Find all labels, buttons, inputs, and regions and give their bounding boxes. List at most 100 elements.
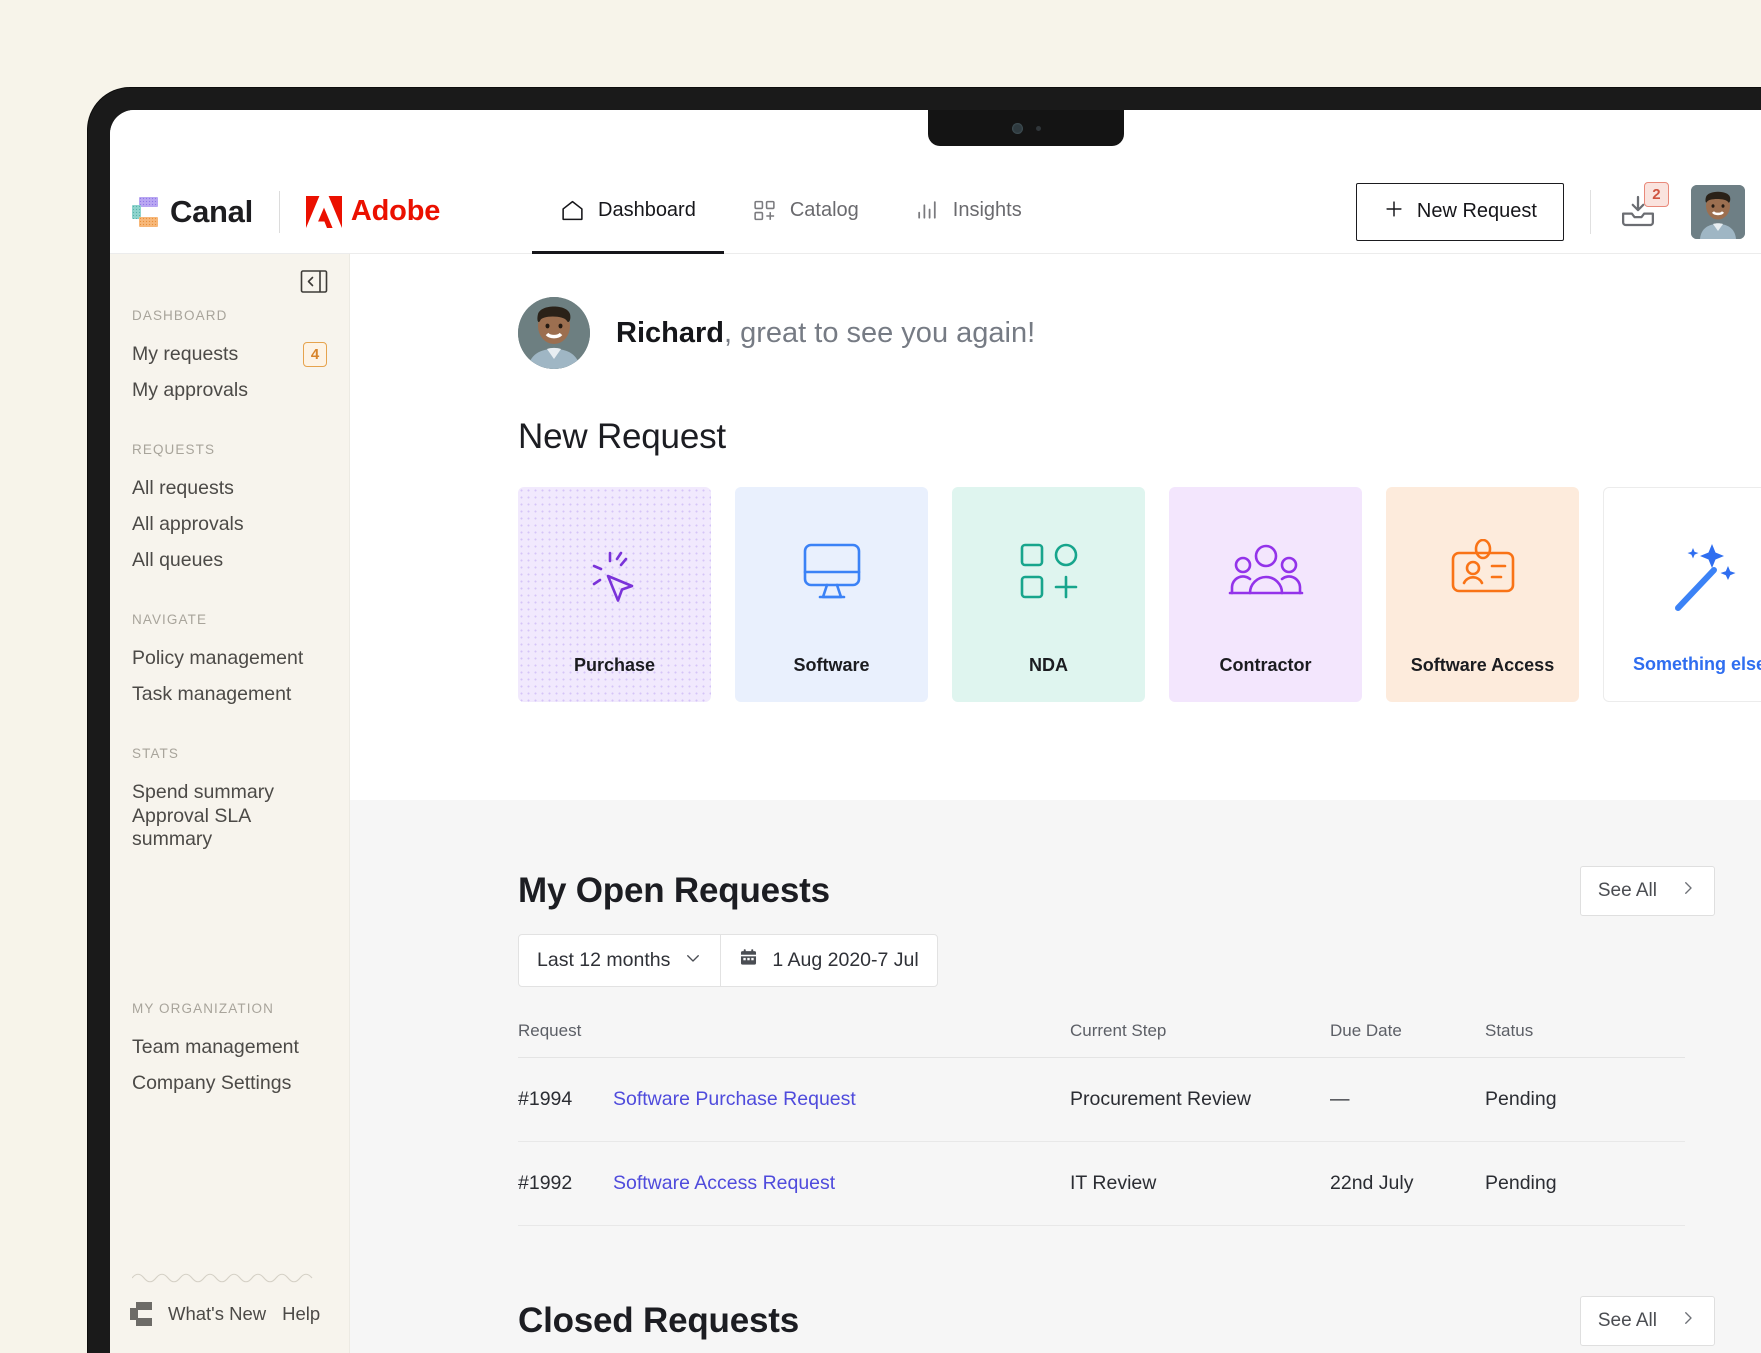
collapse-panel-icon[interactable] [300, 269, 328, 295]
request-due-date: — [1330, 1057, 1485, 1142]
date-range-display[interactable]: 1 Aug 2020-7 Jul [720, 935, 936, 986]
column-header-due-date: Due Date [1330, 1021, 1485, 1058]
sidebar-item-label: My requests [132, 342, 239, 365]
sidebar-item-company-settings[interactable]: Company Settings [110, 1065, 349, 1101]
whats-new-link[interactable]: What's New [168, 1303, 266, 1325]
sidebar-item-label: All requests [132, 476, 234, 499]
sidebar-item-label: Approval SLA summary [132, 805, 251, 850]
see-all-label: See All [1597, 880, 1657, 901]
sidebar-section-navigate: NAVIGATE Policy management Task manageme… [110, 612, 349, 712]
sidebar-heading-my-organization: MY ORGANIZATION [132, 1001, 275, 1016]
home-icon [560, 198, 585, 223]
brand-divider [278, 190, 280, 233]
table-row[interactable]: #1994 Software Purchase Request Procurem… [518, 1057, 1685, 1142]
sidebar-item-my-requests[interactable]: My requests 4 [110, 336, 349, 372]
sidebar-item-all-queues[interactable]: All queues [110, 542, 349, 578]
help-link[interactable]: Help [282, 1303, 320, 1325]
camera-lens-icon [1012, 123, 1023, 134]
avatar [1690, 184, 1745, 239]
app-window: Canal Adobe Dashboard Catalog Insights N… [110, 110, 1761, 1353]
request-current-step: Procurement Review [1070, 1057, 1330, 1142]
sidebar-section-my-organization: MY ORGANIZATION Team management Company … [110, 1001, 349, 1101]
chevron-down-icon [684, 949, 702, 973]
sidebar-item-all-requests[interactable]: All requests [110, 470, 349, 506]
bar-chart-icon [915, 198, 940, 223]
sidebar-section-stats: STATS Spend summary Approval SLA summary [110, 746, 349, 850]
magic-wand-icon [1604, 540, 1761, 616]
tab-catalog[interactable]: Catalog [724, 170, 887, 254]
request-card-label: NDA [1029, 655, 1068, 675]
inbox-badge-count: 2 [1643, 181, 1669, 207]
tab-insights[interactable]: Insights [887, 170, 1050, 254]
request-current-step: IT Review [1070, 1141, 1330, 1226]
date-range-select[interactable]: Last 12 months [519, 935, 720, 986]
column-header-current-step: Current Step [1070, 1021, 1330, 1058]
requests-panel: My Open Requests See All Last 12 months [350, 800, 1761, 1353]
new-request-button-label: New Request [1416, 200, 1537, 222]
adobe-brand-name: Adobe [350, 195, 441, 227]
request-card-nda[interactable]: NDA [952, 487, 1145, 702]
sidebar-item-label: Policy management [132, 646, 304, 669]
request-card-label: Something else [1632, 654, 1761, 674]
sidebar-item-badge: 4 [303, 341, 327, 367]
column-header-request: Request [518, 1021, 1070, 1058]
request-card-something-else[interactable]: Something else [1603, 487, 1761, 702]
request-card-software-access[interactable]: Software Access [1386, 487, 1579, 702]
status-badge: Pending [1485, 1141, 1685, 1226]
request-name-link[interactable]: Software Access Request [613, 1172, 835, 1194]
sidebar-item-approval-sla-summary[interactable]: Approval SLA summary [110, 805, 349, 850]
request-name-link[interactable]: Software Purchase Request [613, 1088, 856, 1110]
shapes-plus-icon [952, 539, 1145, 605]
closed-requests-header: Closed Requests See All [518, 1296, 1761, 1346]
chevron-right-icon [1679, 1309, 1697, 1333]
inbox-download-icon [1617, 195, 1659, 236]
sidebar: DASHBOARD My requests 4 My approvals REQ… [110, 254, 350, 1353]
sidebar-footer: What's New Help [110, 1270, 350, 1326]
request-card-label: Software [793, 655, 870, 675]
sidebar-item-label: Team management [132, 1035, 299, 1058]
request-name-cell: Software Purchase Request [613, 1057, 1070, 1142]
table-row[interactable]: #1992 Software Access Request IT Review … [518, 1141, 1685, 1226]
canal-mini-icon [130, 1302, 152, 1326]
request-card-label: Contractor [1219, 655, 1312, 675]
tab-dashboard[interactable]: Dashboard [532, 170, 724, 254]
request-card-label: Purchase [573, 655, 656, 675]
request-id: #1994 [518, 1057, 613, 1142]
open-requests-header: My Open Requests See All [518, 866, 1761, 916]
request-card-contractor[interactable]: Contractor [1169, 487, 1362, 702]
see-all-closed-requests-button[interactable]: See All [1579, 1296, 1715, 1346]
request-name-cell: Software Access Request [613, 1141, 1070, 1226]
user-menu[interactable]: Richard Marketing [1690, 184, 1761, 239]
sidebar-item-all-approvals[interactable]: All approvals [110, 506, 349, 542]
catalog-grid-icon [752, 198, 777, 223]
new-request-card-list: Purchase Software NDA Contractor Softwar… [350, 487, 1761, 702]
monitor-icon [735, 539, 928, 609]
request-id: #1992 [518, 1141, 613, 1226]
sidebar-heading-dashboard: DASHBOARD [132, 308, 228, 323]
device-screen: Canal Adobe Dashboard Catalog Insights N… [110, 110, 1761, 1353]
adobe-logo-icon [305, 195, 342, 228]
sidebar-item-team-management[interactable]: Team management [110, 1029, 349, 1065]
new-request-button[interactable]: New Request [1355, 182, 1564, 241]
sidebar-item-task-management[interactable]: Task management [110, 676, 349, 712]
sidebar-item-policy-management[interactable]: Policy management [110, 640, 349, 676]
sidebar-item-label: Company Settings [132, 1071, 292, 1094]
see-all-open-requests-button[interactable]: See All [1579, 866, 1715, 916]
calendar-icon [739, 948, 758, 973]
tab-dashboard-label: Dashboard [598, 198, 696, 221]
top-nav-actions: New Request 2 [1355, 181, 1761, 241]
greeting-text: Richard, great to see you again! [616, 317, 1035, 350]
sidebar-item-label: All approvals [132, 512, 244, 535]
sidebar-item-label: Spend summary [132, 780, 274, 803]
date-range-text: 1 Aug 2020-7 Jul [772, 949, 919, 971]
sidebar-section-dashboard: DASHBOARD My requests 4 My approvals [110, 308, 349, 408]
greeting-banner: Richard, great to see you again! [350, 254, 1761, 369]
inbox-button[interactable]: 2 [1617, 181, 1669, 236]
tab-catalog-label: Catalog [789, 198, 859, 221]
camera-notch [928, 110, 1124, 146]
request-card-software[interactable]: Software [735, 487, 928, 702]
sidebar-item-label: My approvals [132, 378, 248, 401]
sidebar-item-my-approvals[interactable]: My approvals [110, 372, 349, 408]
brand-area[interactable]: Canal Adobe [110, 190, 470, 233]
request-card-purchase[interactable]: Purchase [518, 487, 711, 702]
